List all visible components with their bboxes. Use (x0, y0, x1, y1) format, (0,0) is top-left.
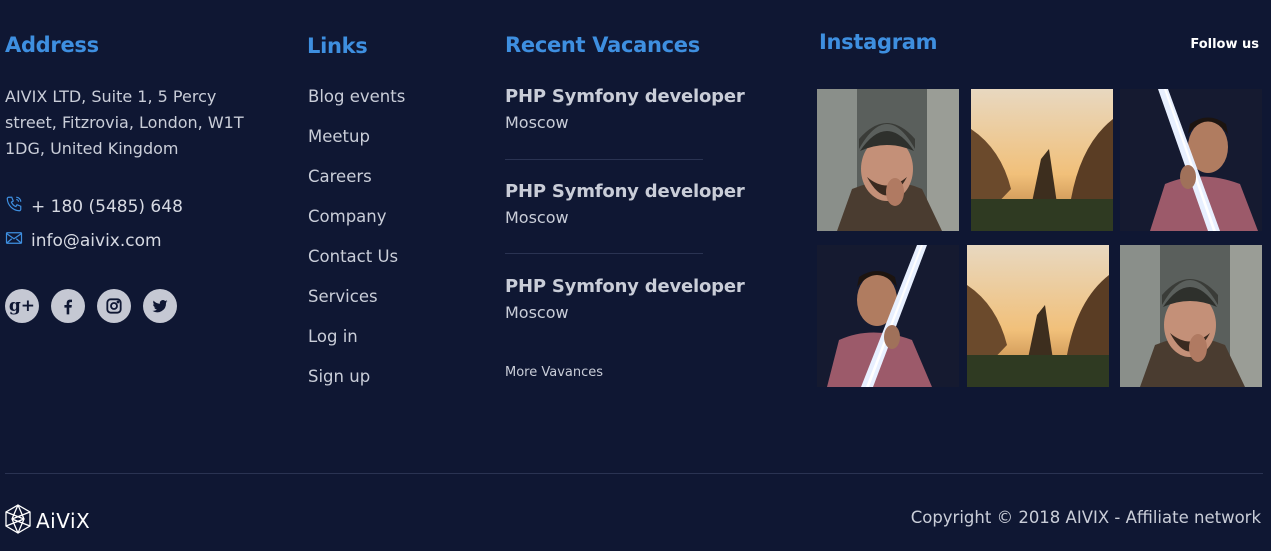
twitter-icon[interactable] (143, 289, 177, 323)
address-heading: Address (5, 33, 99, 57)
vacancy-divider (505, 253, 703, 254)
follow-us-link[interactable]: Follow us (1190, 37, 1259, 52)
vacancy-city: Moscow (505, 303, 569, 322)
footer-divider (5, 473, 1263, 474)
phone-number: + 180 (5485) 648 (31, 196, 183, 217)
email-address: info@aivix.com (31, 230, 162, 251)
google-plus-label: g+ (8, 296, 36, 316)
link-meetup[interactable]: Meetup (308, 124, 405, 164)
logo[interactable]: AiViX (2, 503, 90, 539)
links-list: Blog events Meetup Careers Company Conta… (308, 84, 405, 404)
link-company[interactable]: Company (308, 204, 405, 244)
vacancy-city: Moscow (505, 208, 569, 227)
instagram-photo-man-beanie[interactable] (1120, 245, 1262, 387)
link-services[interactable]: Services (308, 284, 405, 324)
instagram-photo-man-beanie[interactable] (817, 89, 959, 231)
instagram-icon[interactable] (97, 289, 131, 323)
vacancy-title[interactable]: PHP Symfony developer (505, 276, 745, 297)
instagram-photo-mountain-valley[interactable] (967, 245, 1109, 387)
instagram-photo-man-lightsaber[interactable] (1120, 89, 1262, 231)
vacancy-title[interactable]: PHP Symfony developer (505, 181, 745, 202)
social-links: g+ (5, 289, 177, 323)
link-log-in[interactable]: Log in (308, 324, 405, 364)
vacancy-item[interactable]: PHP Symfony developer Moscow (505, 86, 745, 132)
vacancy-title[interactable]: PHP Symfony developer (505, 86, 745, 107)
copyright-text: Copyright © 2018 AIVIX - Affiliate netwo… (910, 508, 1261, 527)
phone-icon (5, 195, 31, 218)
logo-text: AiViX (36, 509, 91, 533)
link-contact-us[interactable]: Contact Us (308, 244, 405, 284)
instagram-photo-man-lightsaber[interactable] (817, 245, 959, 387)
envelope-icon (5, 229, 31, 252)
vacancy-item[interactable]: PHP Symfony developer Moscow (505, 276, 745, 322)
vacancies-heading: Recent Vacances (505, 33, 700, 57)
link-blog-events[interactable]: Blog events (308, 84, 405, 124)
vacancy-divider (505, 159, 703, 160)
vacancy-item[interactable]: PHP Symfony developer Moscow (505, 181, 745, 227)
facebook-icon[interactable] (51, 289, 85, 323)
logo-icon (2, 503, 34, 539)
link-careers[interactable]: Careers (308, 164, 405, 204)
address-text: AIVIX LTD, Suite 1, 5 Percy street, Fitz… (5, 87, 244, 158)
email-row[interactable]: info@aivix.com (5, 229, 162, 252)
link-sign-up[interactable]: Sign up (308, 364, 405, 404)
links-heading: Links (307, 34, 368, 58)
phone-row[interactable]: + 180 (5485) 648 (5, 195, 183, 218)
instagram-photo-mountain-valley[interactable] (971, 89, 1113, 231)
google-plus-icon[interactable]: g+ (5, 289, 39, 323)
instagram-heading: Instagram (819, 30, 938, 54)
vacancy-city: Moscow (505, 113, 569, 132)
more-vacancies-link[interactable]: More Vavances (505, 365, 603, 380)
